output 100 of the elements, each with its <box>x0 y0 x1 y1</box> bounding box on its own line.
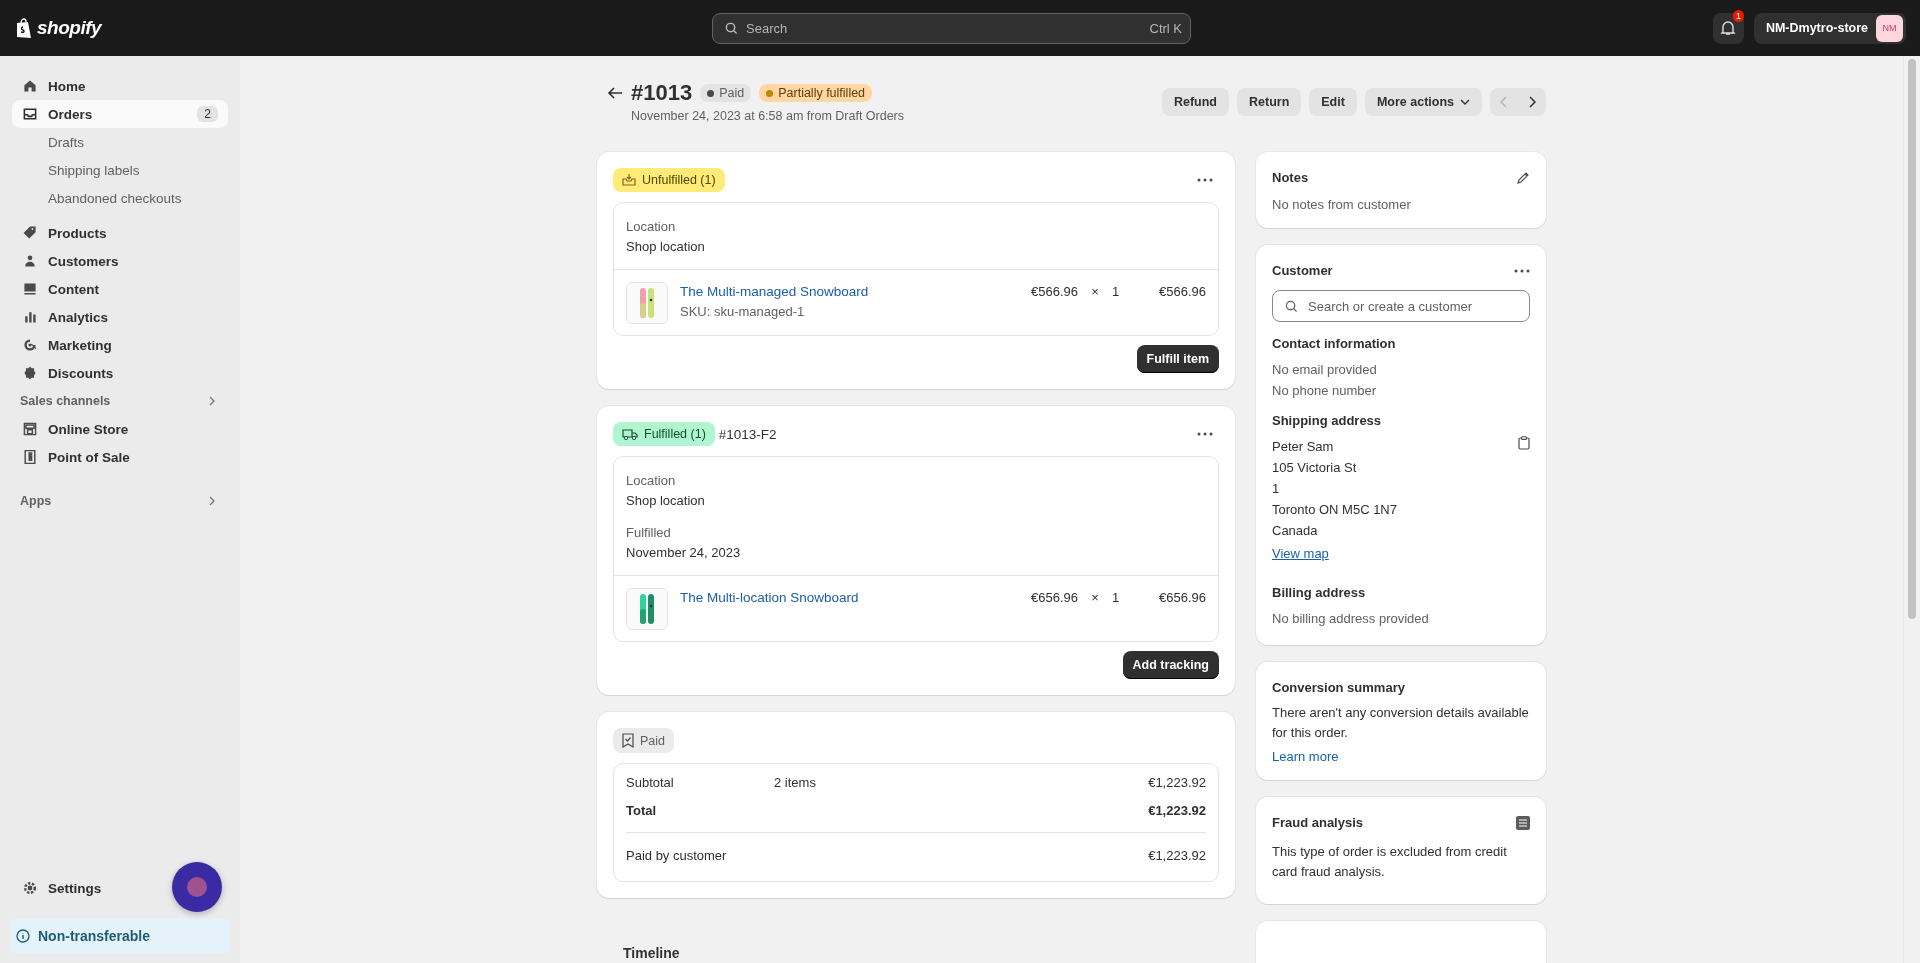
product-link[interactable]: The Multi-managed Snowboard <box>680 284 869 299</box>
nav-item[interactable]: Orders 2 <box>12 100 228 128</box>
nav-icon <box>22 78 38 94</box>
nav-icon <box>22 106 38 122</box>
chevron-right-icon <box>208 396 216 406</box>
contact-line: No phone number <box>1272 382 1378 400</box>
nav-item[interactable]: Content <box>12 275 228 303</box>
search-icon <box>1285 299 1298 313</box>
shortcut-hint: Ctrl K <box>1149 20 1182 36</box>
shopping-bag-icon <box>15 17 33 39</box>
chevron-left-icon <box>1500 96 1508 108</box>
unit-price: €656.96 <box>1030 589 1078 607</box>
field-label: Location <box>626 218 677 236</box>
clipboard-icon[interactable] <box>1518 436 1530 450</box>
nav-icon <box>22 449 38 465</box>
quantity: 1 <box>1112 283 1121 301</box>
customer-search-field[interactable]: Search or create a customer <box>1272 290 1530 322</box>
card-title: Notes <box>1272 170 1309 185</box>
receipt-icon <box>622 733 634 748</box>
section-header[interactable]: Sales channels <box>12 387 228 415</box>
list-icon[interactable] <box>1516 815 1530 830</box>
status-badge: Partially fulfilled <box>759 84 873 102</box>
back-arrow-icon[interactable] <box>607 86 623 100</box>
order-subtitle: November 24, 2023 at 6:58 am from Draft Orders <box>631 109 905 123</box>
view-map-link[interactable]: View map <box>1272 546 1329 561</box>
address-line: Toronto ON M5C 1N7 <box>1272 501 1397 519</box>
field-value: Shop location <box>626 492 706 510</box>
nav-item[interactable]: Marketing <box>12 331 228 359</box>
learn-more-link[interactable]: Learn more <box>1272 749 1339 764</box>
summary-label: Paid by customer <box>626 847 728 863</box>
status-badge: Paid <box>700 84 752 102</box>
chevron-right-icon <box>208 496 216 506</box>
info-icon <box>16 929 30 943</box>
nav-icon <box>22 253 38 269</box>
nav-icon <box>22 421 38 437</box>
action-button[interactable]: Refund <box>1161 88 1229 116</box>
product-link[interactable]: The Multi-location Snowboard <box>680 590 859 605</box>
count-badge: 2 <box>197 106 218 122</box>
nav-item[interactable]: Home <box>12 72 228 100</box>
multiply-sign: × <box>1090 589 1100 607</box>
nav-subitem[interactable]: Drafts <box>12 128 228 156</box>
contact-line: No email provided <box>1272 361 1378 379</box>
line-total: €656.96 <box>1158 589 1206 607</box>
settings-item[interactable]: Settings <box>12 874 228 902</box>
nav-item[interactable]: Point of Sale <box>12 443 228 471</box>
address-line: 105 Victoria St <box>1272 459 1358 477</box>
truck-icon <box>622 427 638 441</box>
address-line: Peter Sam <box>1272 438 1335 456</box>
primary-button[interactable]: Add tracking <box>1122 651 1219 679</box>
unit-price: €566.96 <box>1030 283 1078 301</box>
nav-subitem[interactable]: Abandoned checkouts <box>12 184 228 212</box>
nav-item[interactable]: Products <box>12 219 228 247</box>
search-field[interactable]: Search Ctrl K <box>712 12 1191 44</box>
nav-item[interactable]: Analytics <box>12 303 228 331</box>
payment-status-badge: Paid <box>613 728 675 753</box>
summary-detail: 2 items <box>774 774 816 790</box>
nav-item[interactable]: Customers <box>12 247 228 275</box>
caret-icon <box>1460 99 1470 105</box>
section-title: Billing address <box>1272 585 1367 600</box>
summary-label: Subtotal <box>626 774 675 790</box>
card-title: Fraud analysis <box>1272 815 1364 830</box>
action-button[interactable]: More actions <box>1364 88 1482 116</box>
summary-amount: €1,223.92 <box>1148 802 1206 818</box>
chevron-right-icon <box>1528 96 1536 108</box>
field-label: Fulfilled <box>626 524 672 542</box>
store-menu-button[interactable]: NM-Dmytro-store NM <box>1753 12 1906 44</box>
nav-item[interactable]: Discounts <box>12 359 228 387</box>
primary-button[interactable]: Fulfill item <box>1136 345 1219 373</box>
bell-icon <box>1720 20 1737 36</box>
nav-subitem[interactable]: Shipping labels <box>12 156 228 184</box>
floating-action-button[interactable] <box>172 862 222 912</box>
order-title: #1013 <box>631 80 693 106</box>
nav-item[interactable]: Online Store <box>12 415 228 443</box>
timeline-heading: Timeline <box>623 945 681 961</box>
action-button[interactable]: Return <box>1237 88 1302 116</box>
logo-text[interactable]: shopify <box>37 17 102 39</box>
line-total: €566.96 <box>1158 283 1206 301</box>
quantity: 1 <box>1112 589 1121 607</box>
multiply-sign: × <box>1090 283 1100 301</box>
field-value: Shop location <box>626 238 706 256</box>
notes-text: No notes from customer <box>1272 197 1412 212</box>
billing-text: No billing address provided <box>1272 610 1430 628</box>
fulfillment-status-badge: Fulfilled (1) <box>613 422 715 446</box>
notifications-button[interactable] <box>1712 12 1744 44</box>
notification-count: 1 <box>1732 9 1744 22</box>
fraud-text: This type of order is excluded from credit card fraud analysis. <box>1272 843 1508 881</box>
ellipsis-icon <box>1197 178 1213 182</box>
gear-icon <box>22 880 38 896</box>
nav-icon <box>22 309 38 325</box>
store-avatar: NM <box>1876 14 1903 42</box>
search-icon <box>725 21 738 35</box>
ellipsis-icon <box>1197 432 1213 436</box>
section-header[interactable]: Apps <box>12 487 228 515</box>
pencil-icon[interactable] <box>1516 170 1530 185</box>
nav-icon <box>22 365 38 381</box>
action-button[interactable]: Edit <box>1309 88 1357 116</box>
ellipsis-icon[interactable] <box>1514 268 1530 273</box>
inbox-icon <box>622 173 636 187</box>
summary-label: Total <box>626 802 658 818</box>
product-sku: SKU: sku-managed-1 <box>680 303 806 321</box>
